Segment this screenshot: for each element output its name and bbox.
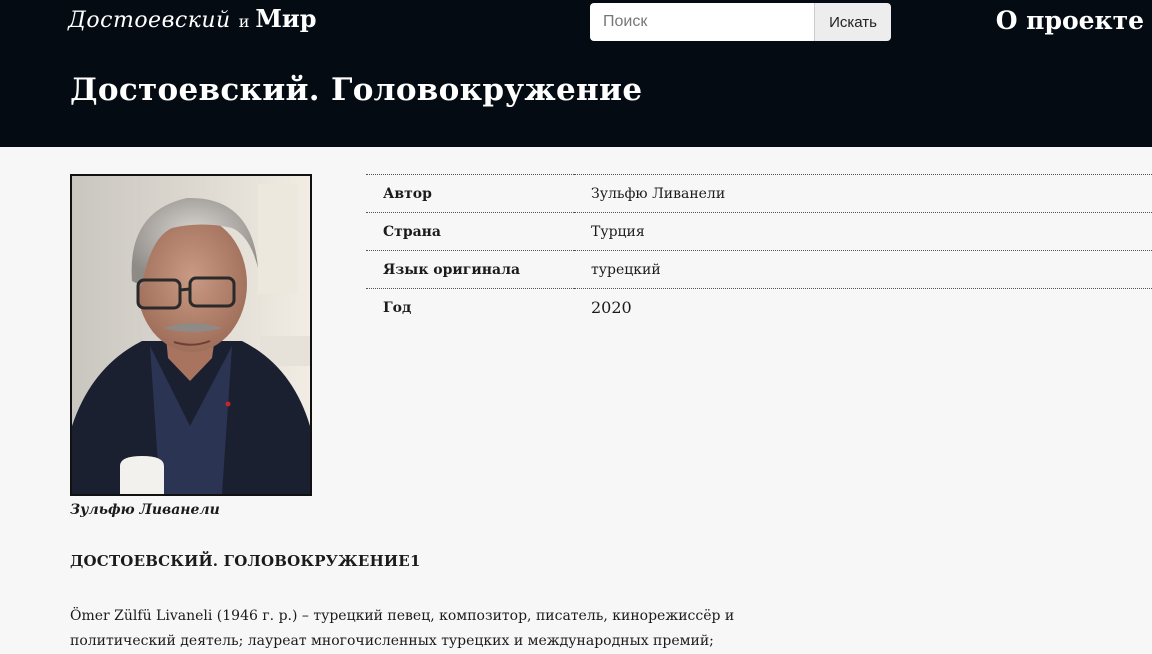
- search-input[interactable]: [590, 3, 814, 41]
- info-row-year: Год 2020: [366, 288, 1152, 327]
- book-info-table: Автор Зульфю Ливанели Страна Турция Язык…: [366, 174, 1152, 327]
- info-value-country: Турция: [574, 212, 1152, 251]
- info-value-author: Зульфю Ливанели: [574, 174, 1152, 213]
- article-heading: ДОСТОЕВСКИЙ. ГОЛОВОКРУЖЕНИЕ1: [70, 552, 421, 570]
- info-key-author: Автор: [366, 174, 574, 213]
- author-photo-image: [72, 176, 310, 494]
- info-key-year: Год: [366, 288, 574, 327]
- about-project-link[interactable]: О проекте: [996, 6, 1144, 35]
- article-body: Ömer Zülfü Livaneli (1946 г. р.) – турец…: [70, 608, 735, 649]
- logo-script-text: Достоевский: [68, 8, 231, 33]
- search-form: Искать: [590, 3, 891, 41]
- info-key-language: Язык оригинала: [366, 250, 574, 289]
- site-logo-link[interactable]: Достоевский и Мир: [68, 4, 317, 40]
- search-button[interactable]: Искать: [814, 3, 891, 41]
- page-title: Достоевский. Головокружение: [70, 72, 643, 108]
- info-row-author: Автор Зульфю Ливанели: [366, 174, 1152, 213]
- author-portrait: [70, 174, 312, 496]
- info-value-language: турецкий: [574, 250, 1152, 289]
- logo-and-text: и: [238, 12, 250, 31]
- info-row-language: Язык оригинала турецкий: [366, 250, 1152, 289]
- site-header: Достоевский и Мир Искать О проекте Досто…: [0, 0, 1152, 147]
- portrait-caption: Зульфю Ливанели: [70, 502, 220, 518]
- logo-mir-text: Мир: [255, 4, 317, 33]
- info-key-country: Страна: [366, 212, 574, 251]
- info-value-year: 2020: [574, 288, 1152, 327]
- info-row-country: Страна Турция: [366, 212, 1152, 251]
